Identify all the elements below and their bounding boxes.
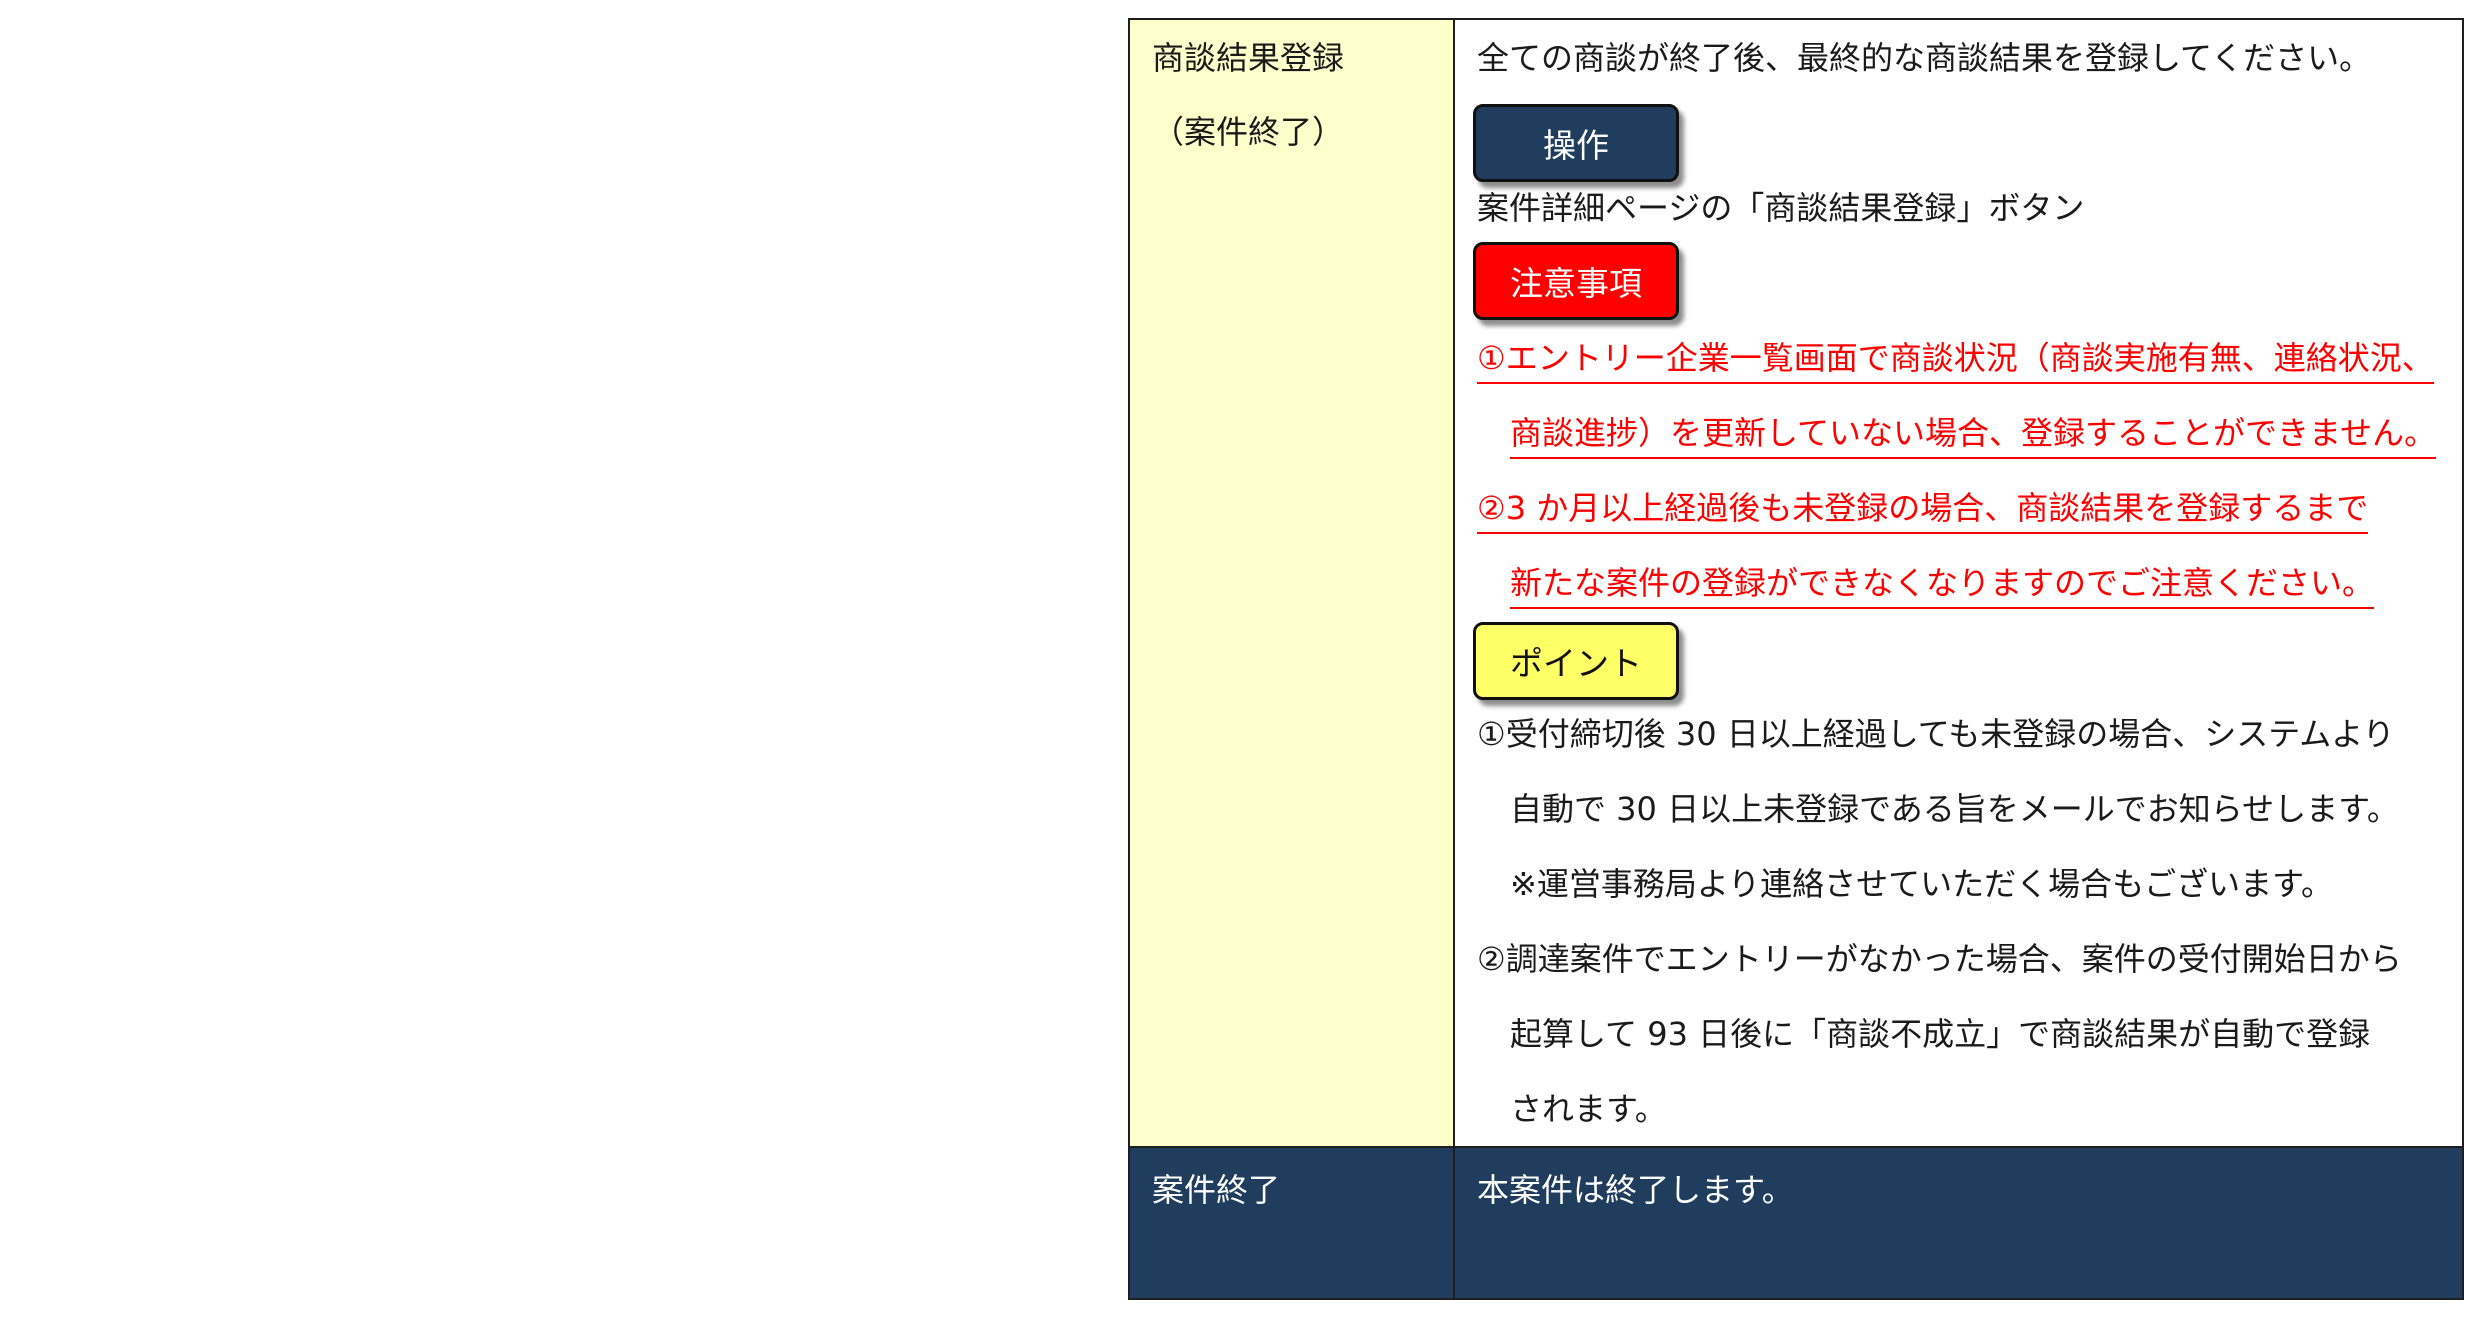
content-cell-case-close: 本案件は終了します。 [1453,1146,2464,1300]
point-line-1: ①受付締切後 30 日以上経過しても未登録の場合、システムより [1477,715,2395,753]
label-cell-case-close: 案件終了 [1128,1146,1455,1300]
process-table: 商談結果登録 （案件終了） 全ての商談が終了後、最終的な商談結果を登録してくださ… [1128,18,2464,1300]
point-line-6: されます。 [1510,1090,1667,1128]
operation-text: 案件詳細ページの「商談結果登録」ボタン [1477,189,2085,227]
point-badge-label: ポイント [1510,644,1642,683]
label-case-close-note: （案件終了） [1152,113,1345,151]
caution-line-1: ①エントリー企業一覧画面で商談状況（商談実施有無、連絡状況、 [1477,342,2434,384]
label-result-registration: 商談結果登録 [1152,39,1345,77]
row-case-close: 案件終了 本案件は終了します。 [1128,1146,2464,1300]
caution-line-4: 新たな案件の登録ができなくなりますのでご注意ください。 [1510,567,2375,609]
caution-line-2: 商談進捗）を更新していない場合、登録することができません。 [1510,417,2437,459]
point-line-4: ②調達案件でエントリーがなかった場合、案件の受付開始日から [1477,940,2402,978]
operation-badge-label: 操作 [1543,126,1609,165]
caution-line-3: ②3 か月以上経過後も未登録の場合、商談結果を登録するまで [1477,492,2369,534]
point-line-5: 起算して 93 日後に「商談不成立」で商談結果が自動で登録 [1510,1015,2371,1053]
intro-text: 全ての商談が終了後、最終的な商談結果を登録してください。 [1477,39,2372,77]
label-cell-result-registration: 商談結果登録 （案件終了） [1128,18,1455,1148]
point-line-2: 自動で 30 日以上未登録である旨をメールでお知らせします。 [1510,790,2399,828]
point-line-3: ※運営事務局より連絡させていただく場合もございます。 [1510,865,2333,903]
content-cell-result-registration: 全ての商談が終了後、最終的な商談結果を登録してください。 操作 案件詳細ページの… [1453,18,2464,1148]
operation-badge: 操作 [1473,104,1679,182]
row-result-registration: 商談結果登録 （案件終了） 全ての商談が終了後、最終的な商談結果を登録してくださ… [1128,18,2464,1148]
point-badge: ポイント [1473,622,1679,700]
label-case-close: 案件終了 [1152,1171,1281,1209]
caution-badge-label: 注意事項 [1510,264,1642,303]
case-close-text: 本案件は終了します。 [1477,1171,1794,1209]
caution-badge: 注意事項 [1473,242,1679,320]
